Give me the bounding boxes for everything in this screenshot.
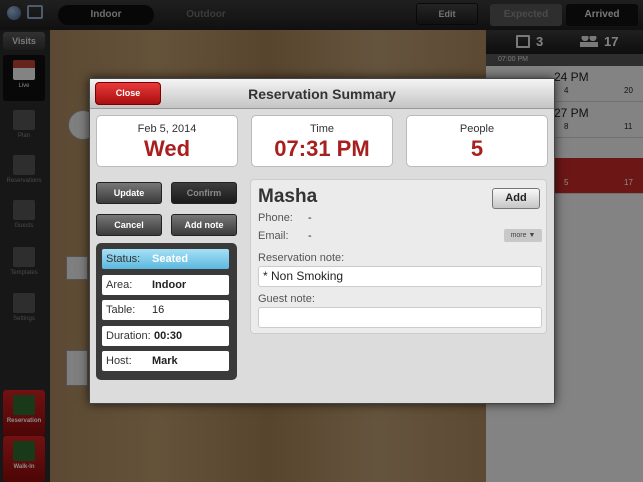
duration-row[interactable]: Duration: 00:30	[102, 326, 229, 346]
reservation-note-label: Reservation note:	[258, 252, 345, 264]
time-card[interactable]: Time 07:31 PM	[251, 115, 393, 167]
status-row[interactable]: Status: Seated	[102, 249, 229, 269]
phone-value: -	[308, 212, 312, 224]
phone-label: Phone:	[258, 212, 293, 224]
add-guest-button[interactable]: Add	[492, 188, 540, 209]
table-key: Table:	[106, 304, 136, 316]
close-button[interactable]: Close	[95, 82, 161, 105]
status-value: Seated	[152, 253, 189, 265]
date-label: Feb 5, 2014	[137, 123, 197, 135]
email-value: -	[308, 230, 312, 242]
time-value: 07:31 PM	[274, 136, 370, 161]
dialog-body: Feb 5, 2014 Wed Time 07:31 PM People 5 U…	[90, 109, 554, 403]
cancel-reservation-button[interactable]: Cancel	[96, 214, 162, 236]
weekday-value: Wed	[143, 136, 191, 161]
status-details: Status: Seated Area: Indoor Table: 16 Du…	[96, 243, 237, 380]
status-key: Status:	[106, 253, 141, 265]
dialog-header: Reservation Summary Close	[90, 79, 554, 109]
host-value: Mark	[152, 355, 178, 367]
area-value: Indoor	[152, 279, 187, 291]
guest-note-label: Guest note:	[258, 293, 315, 305]
table-row[interactable]: Table: 16	[102, 300, 229, 320]
more-button[interactable]: more ▼	[504, 229, 542, 242]
time-label: Time	[309, 123, 335, 135]
area-key: Area:	[106, 279, 133, 291]
duration-value: 00:30	[154, 330, 183, 342]
duration-key: Duration:	[106, 330, 151, 342]
confirm-button[interactable]: Confirm	[171, 182, 237, 204]
guest-note-field[interactable]	[258, 307, 542, 328]
table-value: 16	[152, 304, 165, 316]
guest-details-panel: Masha Add Phone: - Email: - more ▼ Reser…	[250, 179, 547, 334]
reservation-summary-dialog: Reservation Summary Close Feb 5, 2014 We…	[89, 78, 555, 404]
date-card[interactable]: Feb 5, 2014 Wed	[96, 115, 238, 167]
add-note-button[interactable]: Add note	[171, 214, 237, 236]
people-value: 5	[470, 136, 484, 161]
area-row[interactable]: Area: Indoor	[102, 275, 229, 295]
host-row[interactable]: Host: Mark	[102, 351, 229, 371]
people-label: People	[459, 123, 495, 135]
host-key: Host:	[106, 355, 132, 367]
reservation-note-field[interactable]: * Non Smoking	[258, 266, 542, 287]
guest-name: Masha	[258, 186, 318, 207]
people-card[interactable]: People 5	[406, 115, 548, 167]
update-button[interactable]: Update	[96, 182, 162, 204]
email-label: Email:	[258, 230, 289, 242]
